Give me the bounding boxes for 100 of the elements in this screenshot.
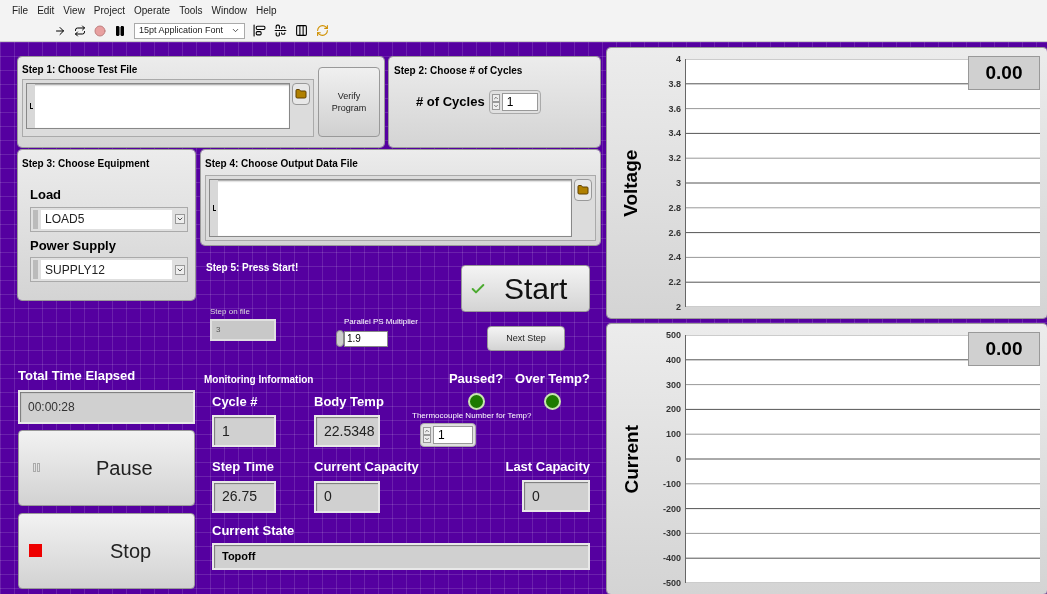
axis-title: Current [619,424,643,494]
step-title: Step 2: Choose # of Cycles [394,64,524,78]
spin-value: 1 [501,93,538,111]
tick-label: 3.8 [668,78,681,89]
menu-item[interactable]: Tools [179,2,203,18]
select-label: Power Supply [30,236,117,255]
folder-icon [295,88,307,100]
tick-label: 2.8 [668,202,681,213]
tick-label: 0 [676,454,681,464]
numeric-indicator: 0 [522,480,590,512]
section-title: Monitoring Information [204,373,314,387]
tick-label: 200 [665,404,681,415]
browse-button[interactable] [574,179,592,201]
stop-icon [29,544,42,557]
stop-label: Stop [110,538,152,564]
step-title: Step 4: Choose Output Data File [205,157,359,171]
axis-title: Voltage [619,149,643,217]
led-label: Paused? [448,370,504,388]
resource-dropdown[interactable]: LOAD5 [30,206,188,232]
pause-button[interactable]: Pause [18,429,195,506]
indicator-label: Body Temp [314,392,385,411]
menu-item[interactable]: View [63,2,85,18]
tick-label: 300 [665,379,681,390]
spin-control[interactable]: 1 [420,422,476,447]
select-label: Load [30,186,63,204]
path-icon [212,205,216,211]
numeric-indicator: 0 [314,480,380,513]
menu-item[interactable]: Project [93,2,125,18]
indicator-label: Last Capacity [505,457,590,476]
decrement-icon [423,434,431,443]
menu-item[interactable]: Edit [37,2,55,18]
step-indicator: 3 [210,319,276,341]
elapsed-indicator: 00:00:28 [18,389,195,424]
tick-label: 400 [665,354,681,365]
distribute-icon[interactable] [274,24,288,37]
decrement-icon [491,102,500,110]
numeric-indicator: 22.5348 [314,415,380,447]
run-icon[interactable] [54,24,66,37]
spin-value: 1 [433,425,473,444]
tick-label: 2.4 [668,252,681,263]
tick-label: -300 [663,528,681,539]
tick-label: -500 [663,577,681,588]
indicator-label: Current Capacity [314,458,420,476]
next-step-button[interactable]: Next Step [487,326,565,351]
increment-icon [423,426,431,435]
start-button[interactable]: Start [461,265,590,312]
caret-icon [231,26,241,35]
resource-dropdown[interactable]: SUPPLY12 [30,257,188,282]
dropdown-value: LOAD5 [41,209,172,229]
spin-control[interactable]: 1 [488,90,541,114]
step-title: Step 5: Press Start! [206,261,300,275]
indicator-label: Step Time [212,458,275,476]
pause-label: Pause [96,455,153,481]
tick-label: 3.4 [668,128,681,139]
caret-icon [175,264,185,275]
menu-item[interactable]: File [12,2,29,18]
elapsed-label: Total Time Elapsed [18,367,137,385]
path-field[interactable] [209,179,572,237]
tick-label: 3.6 [668,103,681,114]
menu-item[interactable]: Help [256,2,277,18]
tick-label: 2 [676,301,681,312]
font-dropdown[interactable]: 15pt Application Font [134,22,246,39]
tick-label: 3 [676,178,681,188]
field-label: Parallel PS Multiplier [344,316,418,328]
led-label: Over Temp? [515,370,590,388]
field-label: Step on file [210,306,252,318]
menu-item[interactable]: Operate [134,2,171,18]
dropdown-value: SUPPLY12 [41,260,172,279]
pause-icon [33,463,40,472]
tick-label: 2.6 [668,227,681,238]
digital-display: 0.00 [968,332,1040,366]
tick-label: 500 [665,330,681,340]
tick-label: -400 [663,553,681,564]
caret-icon [175,214,185,224]
tick-label: 4 [676,54,681,64]
path-field[interactable] [26,83,290,129]
stop-button[interactable]: Stop [18,512,195,589]
tick-label: -100 [663,478,681,489]
numeric-indicator: 1 [212,415,276,447]
tick-label: -200 [663,503,681,514]
folder-icon [577,184,589,196]
browse-button[interactable] [292,83,310,105]
step-title: Step 1: Choose Test File [22,63,139,77]
state-label: Current State [212,521,296,540]
state-indicator: Topoff [212,543,590,570]
tick-label: 100 [665,429,681,440]
cycles-label: # of Cycles [416,93,485,112]
multiplier-field[interactable]: 1.9 [344,330,388,347]
tick-label: 3.2 [668,153,681,164]
tick-label: 2.2 [668,277,681,288]
menu-item[interactable]: Window [211,2,248,18]
pause-icon[interactable] [114,24,126,37]
field-label: Thermocouple Number for Temp? [412,409,533,422]
digital-display: 0.00 [968,56,1040,90]
verify-button[interactable]: Verify Program [318,67,380,137]
indicator-label: Cycle # [212,392,259,411]
run-continuously-icon[interactable] [74,24,86,37]
increment-icon [491,94,500,102]
align-icon[interactable] [253,24,267,37]
path-icon [29,103,33,109]
